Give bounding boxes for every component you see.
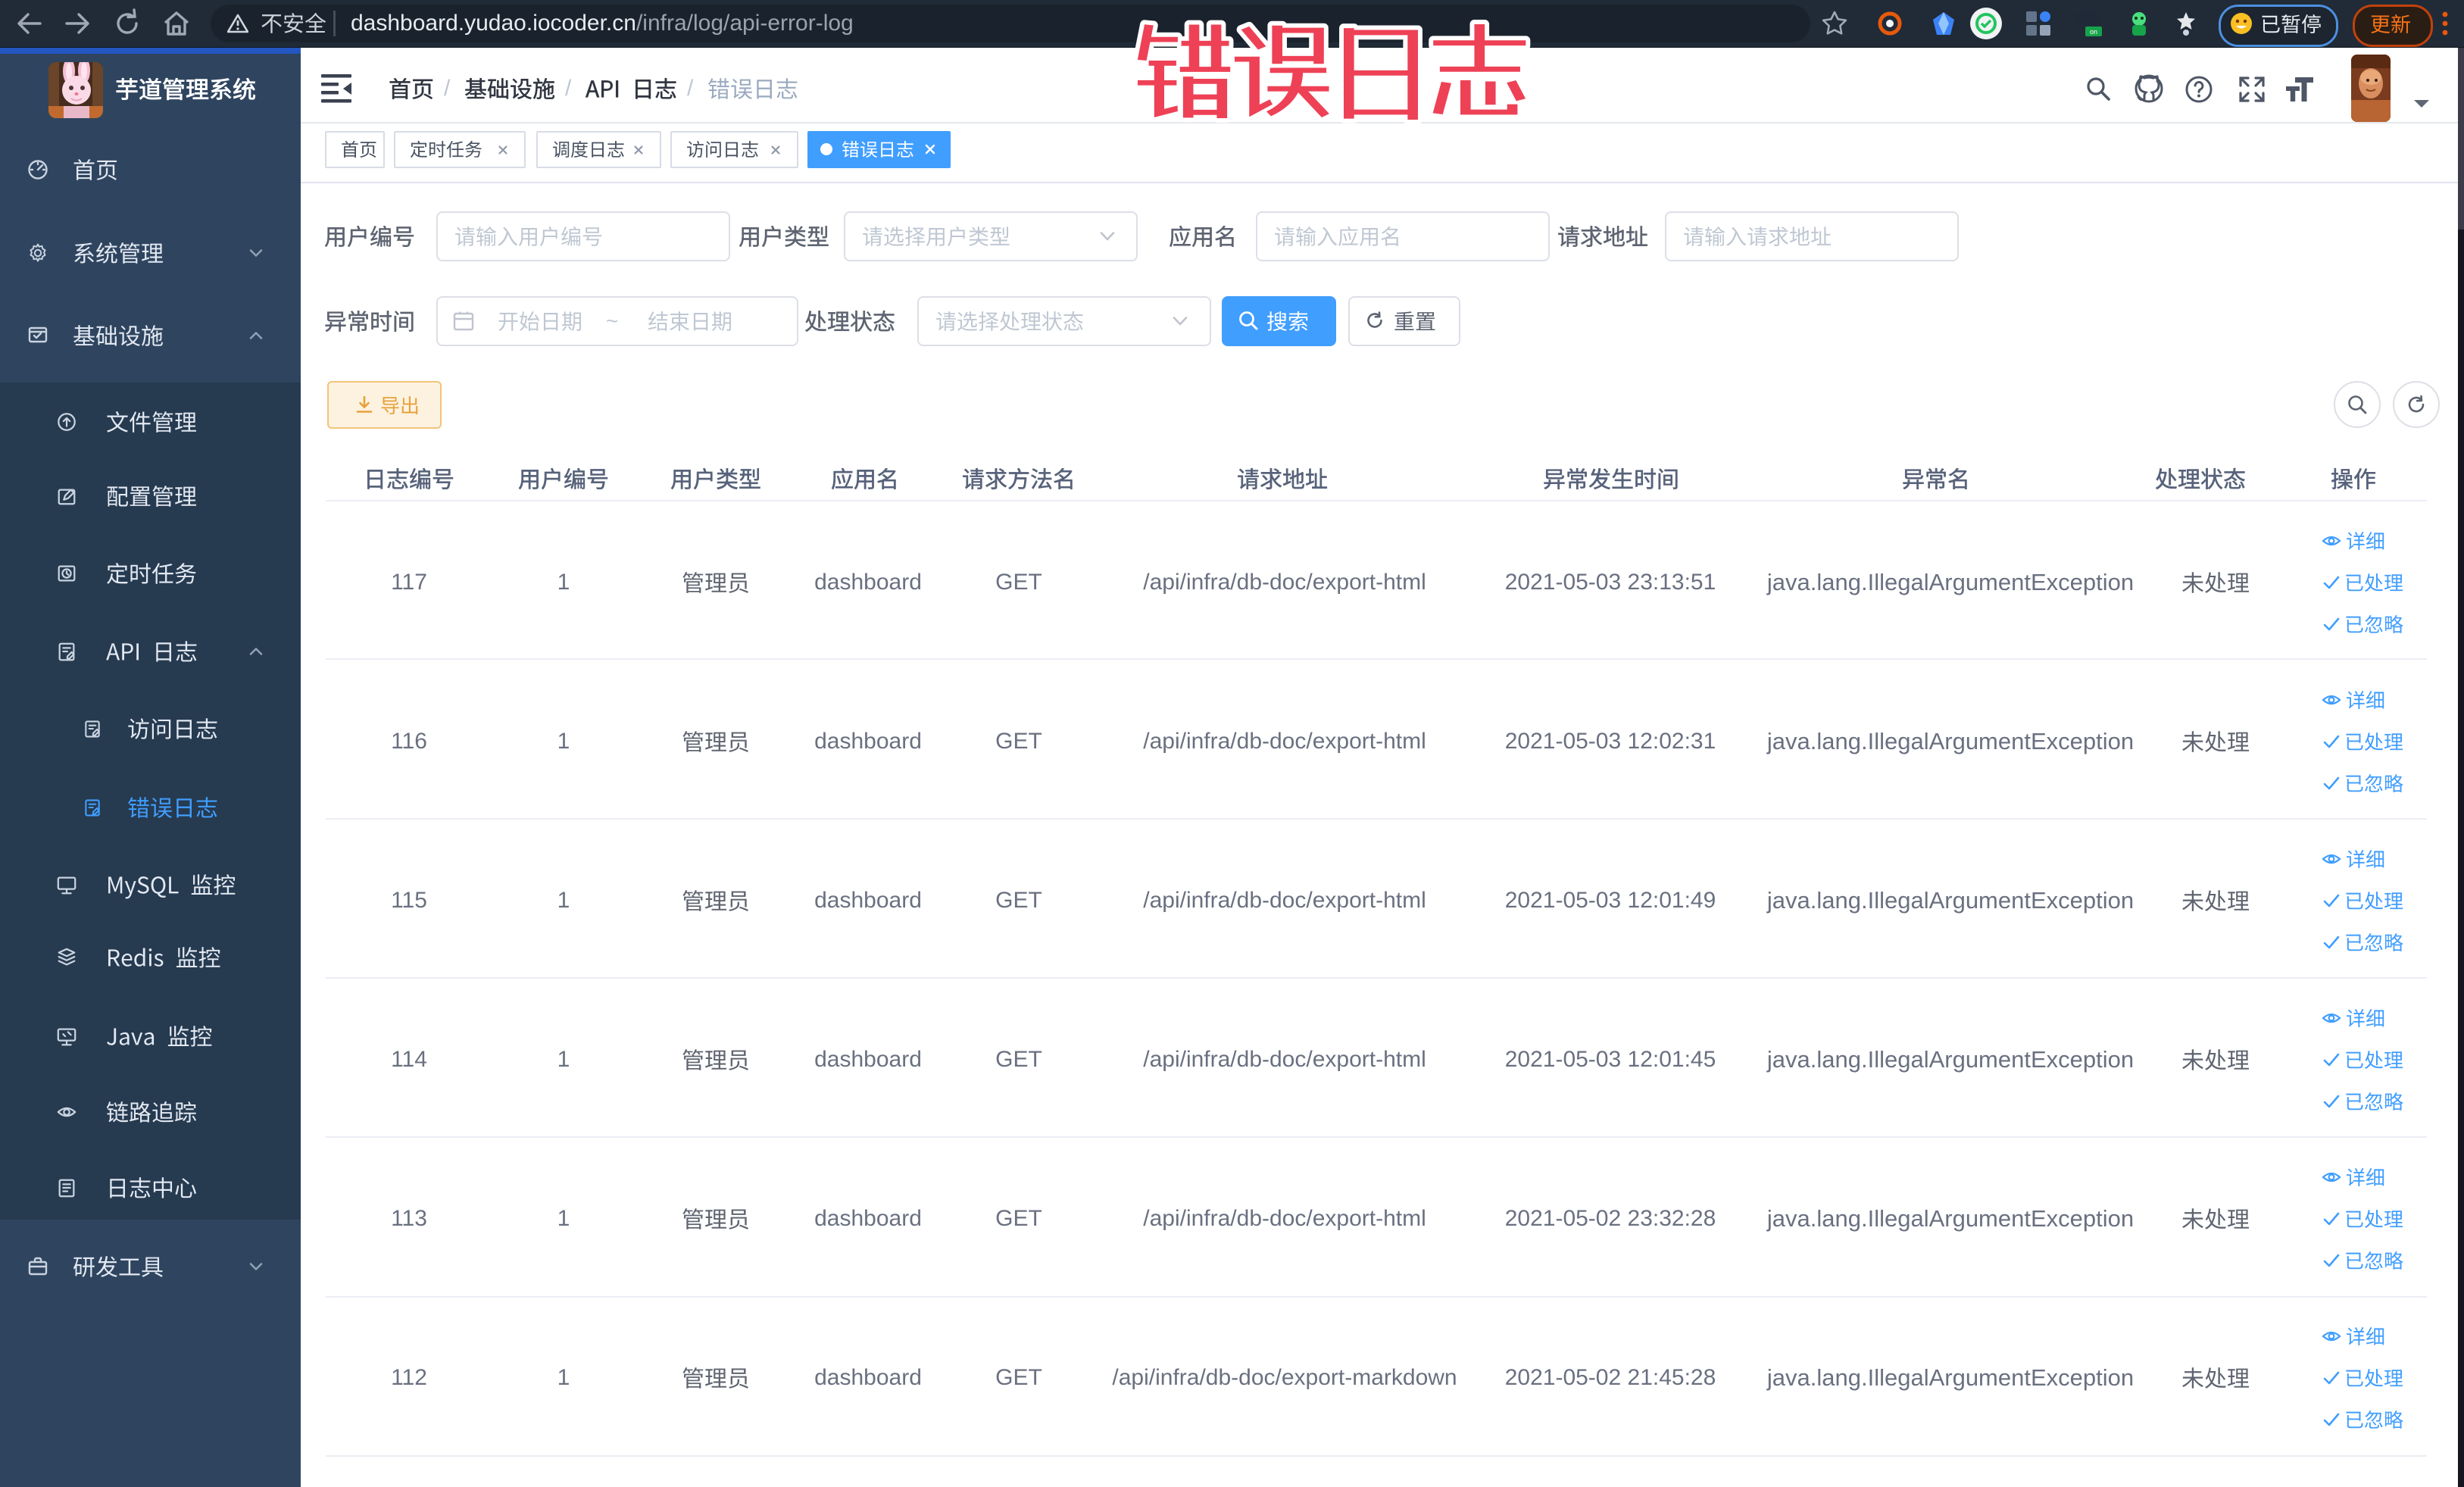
svg-text:on: on	[2090, 28, 2097, 36]
